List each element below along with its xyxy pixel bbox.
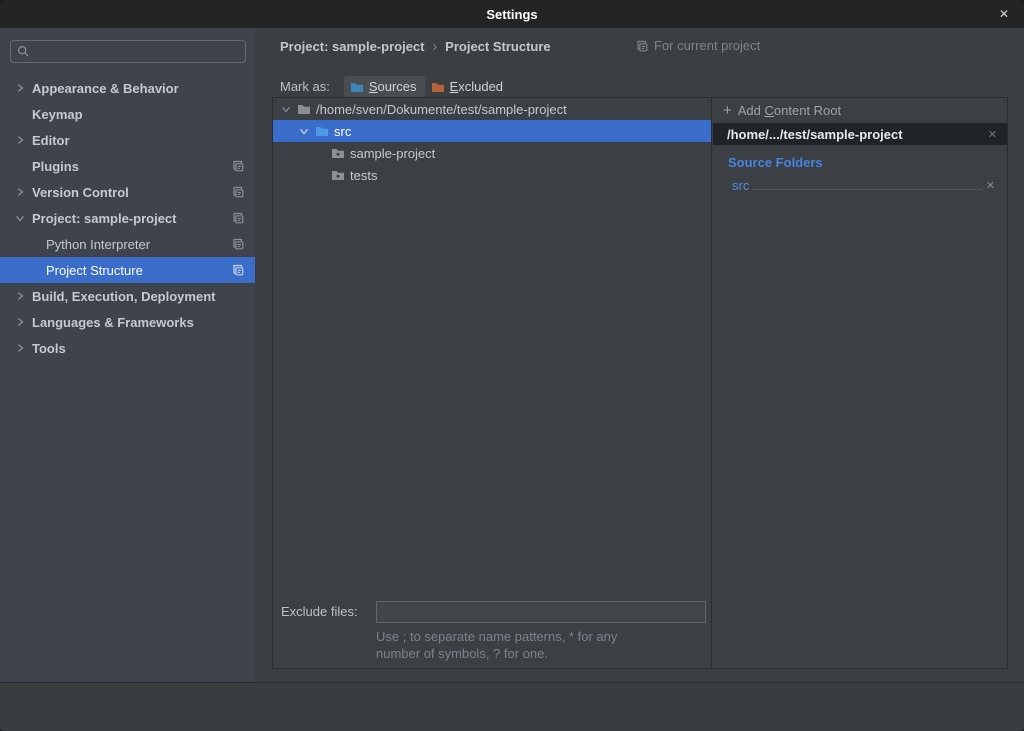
exclude-files-input[interactable]: [376, 601, 706, 623]
source-folder-icon: [315, 125, 329, 137]
chevron-right-icon: [14, 290, 26, 302]
scope-note-label: For current project: [654, 38, 760, 53]
sidebar-item-label: Project Structure: [46, 263, 143, 278]
sidebar-item-label: Python Interpreter: [46, 237, 150, 252]
source-folder-entry[interactable]: src ✕: [732, 174, 995, 194]
plus-icon: +: [723, 102, 732, 119]
settings-dialog: Settings ✕ Appearance & Behavior Keymap …: [0, 0, 1024, 731]
sidebar-item-build-execution-deployment[interactable]: Build, Execution, Deployment: [0, 283, 255, 309]
exclude-files-label: Exclude files:: [281, 604, 358, 619]
remove-content-root-icon[interactable]: ✕: [988, 128, 997, 141]
breadcrumb-separator-icon: ›: [433, 38, 438, 54]
exclude-files-hint: Use ; to separate name patterns, * for a…: [376, 628, 617, 662]
sidebar-item-label: Keymap: [32, 107, 83, 122]
folder-icon: [331, 147, 345, 159]
project-scope-icon: [231, 185, 245, 199]
chevron-right-icon: [14, 342, 26, 354]
tree-node-label: /home/sven/Dokumente/test/sample-project: [316, 102, 567, 117]
tree-row-src-selected[interactable]: src: [273, 120, 711, 142]
folder-icon: [297, 103, 311, 115]
settings-sidebar: Appearance & Behavior Keymap Editor Plug…: [0, 28, 255, 682]
mark-as-excluded-button[interactable]: Excluded: [425, 76, 511, 97]
tree-node-label: tests: [350, 168, 377, 183]
chevron-down-icon: [298, 125, 310, 137]
chevron-down-icon: [14, 212, 26, 224]
content-root-entry[interactable]: /home/.../test/sample-project ✕: [713, 123, 1007, 145]
add-content-root-button[interactable]: + Add Content Root: [713, 98, 1007, 123]
sidebar-item-keymap[interactable]: Keymap: [0, 101, 255, 127]
settings-content: Project: sample-project › Project Struct…: [255, 28, 1024, 682]
project-scope-icon: [635, 39, 649, 53]
content-root-tree: /home/sven/Dokumente/test/sample-project…: [273, 98, 712, 668]
breadcrumb-project[interactable]: Project: sample-project: [280, 39, 425, 54]
tree-row-sample-project[interactable]: sample-project: [273, 142, 711, 164]
mark-as-sources-button[interactable]: Sources: [344, 76, 425, 97]
sidebar-item-project-structure[interactable]: Project Structure: [0, 257, 255, 283]
sidebar-item-label: Tools: [32, 341, 66, 356]
sidebar-item-project-sample-project[interactable]: Project: sample-project: [0, 205, 255, 231]
mark-as-toolbar: Mark as: Sources Excluded: [280, 76, 511, 97]
title-bar: Settings ✕: [0, 0, 1024, 28]
mark-as-label: Mark as:: [280, 79, 330, 94]
sidebar-item-label: Version Control: [32, 185, 129, 200]
breadcrumb: Project: sample-project › Project Struct…: [280, 38, 551, 54]
tree-row-tests[interactable]: tests: [273, 164, 711, 186]
settings-search-box[interactable]: [10, 40, 246, 63]
search-icon: [17, 45, 30, 58]
sidebar-item-label: Editor: [32, 133, 70, 148]
sidebar-item-python-interpreter[interactable]: Python Interpreter: [0, 231, 255, 257]
dialog-footer: ? OK Cancel Apply: [0, 682, 1024, 731]
breadcrumb-page-title: Project Structure: [445, 39, 550, 54]
sidebar-item-label: Languages & Frameworks: [32, 315, 194, 330]
remove-source-folder-icon[interactable]: ✕: [986, 179, 995, 194]
chevron-right-icon: [14, 316, 26, 328]
chevron-right-icon: [14, 82, 26, 94]
project-scope-icon: [231, 211, 245, 225]
sidebar-item-label: Build, Execution, Deployment: [32, 289, 215, 304]
project-structure-panel: /home/sven/Dokumente/test/sample-project…: [272, 97, 1008, 669]
sidebar-item-label: Project: sample-project: [32, 211, 177, 226]
close-window-icon[interactable]: ✕: [992, 0, 1016, 28]
sidebar-item-languages-frameworks[interactable]: Languages & Frameworks: [0, 309, 255, 335]
sidebar-item-plugins[interactable]: Plugins: [0, 153, 255, 179]
excluded-folder-icon: [431, 81, 445, 93]
content-root-details: + Add Content Root /home/.../test/sample…: [713, 98, 1007, 668]
chevron-right-icon: [14, 134, 26, 146]
tree-node-label: sample-project: [350, 146, 435, 161]
dotted-leader: [753, 189, 981, 190]
tree-node-label: src: [334, 124, 351, 139]
sidebar-item-editor[interactable]: Editor: [0, 127, 255, 153]
tree-row-content-root[interactable]: /home/sven/Dokumente/test/sample-project: [273, 98, 711, 120]
dialog-title: Settings: [486, 7, 537, 22]
scope-note: For current project: [635, 38, 760, 53]
chevron-down-icon: [280, 103, 292, 115]
sidebar-item-version-control[interactable]: Version Control: [0, 179, 255, 205]
source-folder-icon: [350, 81, 364, 93]
sidebar-item-appearance-behavior[interactable]: Appearance & Behavior: [0, 75, 255, 101]
sidebar-item-label: Appearance & Behavior: [32, 81, 179, 96]
sidebar-item-tools[interactable]: Tools: [0, 335, 255, 361]
project-scope-icon: [231, 237, 245, 251]
folder-icon: [331, 169, 345, 181]
project-scope-icon: [231, 263, 245, 277]
source-folder-name: src: [732, 178, 749, 194]
settings-search-input[interactable]: [34, 44, 234, 59]
content-root-path: /home/.../test/sample-project: [727, 127, 988, 142]
sidebar-item-label: Plugins: [32, 159, 79, 174]
chevron-right-icon: [14, 186, 26, 198]
settings-nav: Appearance & Behavior Keymap Editor Plug…: [0, 75, 255, 361]
project-scope-icon: [231, 159, 245, 173]
source-folders-heading: Source Folders: [728, 155, 1007, 170]
